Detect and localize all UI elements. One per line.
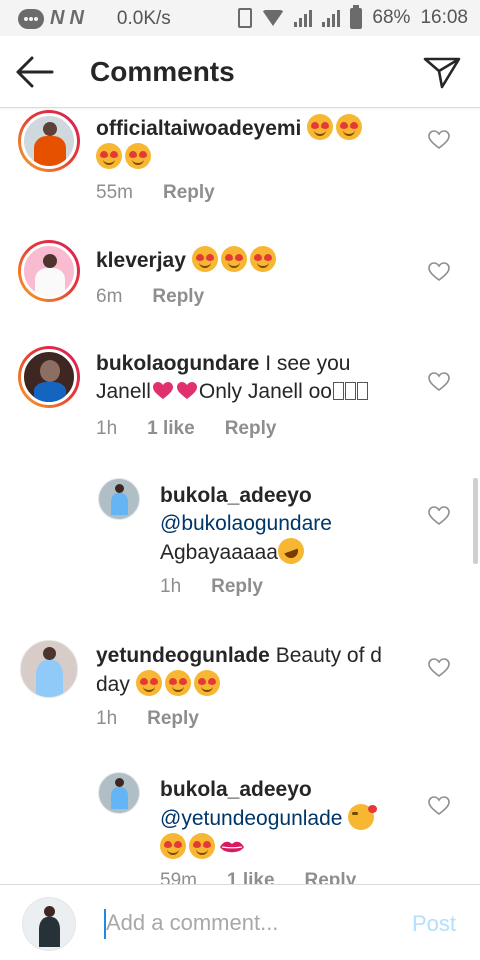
comment-username[interactable]: bukola_adeeyo [160, 484, 312, 507]
heart-eyes-emoji-icon [96, 143, 122, 169]
reply-item: bukola_adeeyo @bukolaogundare Agbayaaaaa… [0, 476, 480, 606]
heart-eyes-emoji-icon [191, 246, 218, 272]
comment-text: I see you [265, 352, 351, 375]
comment-text: Beauty of d [275, 644, 382, 667]
missing-glyph-icon [332, 382, 344, 400]
comment-time: 1h [160, 576, 182, 597]
avatar[interactable] [18, 240, 80, 302]
comment-input[interactable] [106, 905, 386, 941]
comment-time: 1h [96, 418, 118, 439]
mention-link[interactable]: @bukolaogundare [160, 512, 332, 535]
post-button[interactable]: Post [412, 911, 456, 937]
kissing-emoji-icon [348, 804, 378, 830]
heart-eyes-emoji-icon [220, 246, 247, 272]
avatar [22, 897, 76, 951]
comment-text: Only Janell oo [198, 380, 332, 403]
heart-eyes-emoji-icon [336, 114, 363, 140]
header-bar: Comments [0, 36, 480, 108]
comment-username[interactable]: officialtaiwoadeyemi [96, 117, 301, 140]
network-speed: 0.0K/s [116, 7, 171, 29]
comment-time: 6m [96, 286, 123, 307]
reply-button[interactable]: Reply [211, 576, 263, 598]
comment-username[interactable]: yetundeogunlade [96, 644, 270, 667]
chat-icon [18, 8, 44, 29]
n-icon: N [50, 7, 64, 29]
pink-heart-icon [152, 382, 173, 399]
comment-item: yetundeogunlade Beauty of d day 1h Reply [0, 636, 480, 746]
comment-meta: 1h Reply [160, 576, 263, 598]
battery-percent: 68% [372, 7, 411, 28]
comment-time: 59m [160, 870, 197, 884]
heart-eyes-emoji-icon [193, 670, 220, 696]
like-heart-icon[interactable] [428, 796, 450, 816]
comment-item: kleverjay 6m Reply [0, 236, 480, 336]
comment-meta: 1h 1 like Reply [96, 418, 276, 440]
scrollbar[interactable] [473, 478, 478, 564]
comment-meta: 6m Reply [96, 286, 204, 308]
comment-text: day [96, 673, 130, 696]
kiss-mark-icon [220, 841, 244, 853]
reply-item: bukola_adeeyo @yetundeogunlade 59m 1 lik… [0, 770, 480, 884]
pink-heart-icon [176, 382, 197, 399]
heart-eyes-emoji-icon [160, 833, 186, 859]
clock: 16:08 [420, 7, 468, 28]
like-heart-icon[interactable] [428, 262, 450, 282]
comment-meta: 1h Reply [96, 708, 199, 730]
wifi-icon [262, 10, 285, 26]
reply-button[interactable]: Reply [305, 870, 357, 884]
comment-username[interactable]: bukolaogundare [96, 352, 259, 375]
heart-eyes-emoji-icon [135, 670, 162, 696]
comment-time: 55m [96, 182, 133, 203]
send-icon[interactable] [422, 54, 462, 90]
avatar[interactable] [18, 346, 80, 408]
comment-text: Janell [96, 380, 151, 403]
comments-list[interactable]: officialtaiwoadeyemi 55m Reply kleverjay… [0, 108, 480, 884]
page-title: Comments [90, 56, 235, 87]
vibrate-icon [238, 8, 253, 28]
avatar[interactable] [98, 772, 140, 814]
signal-icon [294, 9, 313, 27]
comment-username[interactable]: bukola_adeeyo [160, 778, 312, 801]
heart-eyes-emoji-icon [164, 670, 191, 696]
avatar[interactable] [18, 110, 80, 172]
avatar[interactable] [20, 640, 78, 698]
like-heart-icon[interactable] [428, 658, 450, 678]
likes-count[interactable]: 1 like [227, 870, 275, 884]
comment-item: bukolaogundare I see you Janell Only Jane… [0, 344, 480, 454]
heart-eyes-emoji-icon [249, 246, 276, 272]
reply-button[interactable]: Reply [152, 286, 204, 308]
like-heart-icon[interactable] [428, 372, 450, 392]
avatar[interactable] [98, 478, 140, 520]
missing-glyph-icon [356, 382, 368, 400]
missing-glyph-icon [344, 382, 356, 400]
comment-time: 1h [96, 708, 118, 729]
heart-eyes-emoji-icon [189, 833, 215, 859]
status-bar: N N 0.0K/s 68% 16:08 [0, 0, 480, 36]
comment-item: officialtaiwoadeyemi 55m Reply [0, 108, 480, 218]
comment-meta: 59m 1 like Reply [160, 870, 356, 884]
heart-eyes-emoji-icon [307, 114, 334, 140]
n-icon: N [69, 7, 83, 29]
comment-meta: 55m Reply [96, 182, 215, 204]
laughing-emoji-icon [274, 534, 308, 568]
comment-username[interactable]: kleverjay [96, 249, 186, 272]
signal-icon [322, 9, 341, 27]
heart-eyes-emoji-icon [125, 143, 151, 169]
arrow-left-icon[interactable] [14, 54, 56, 90]
reply-button[interactable]: Reply [147, 708, 199, 730]
comment-composer: Post [0, 884, 480, 960]
reply-button[interactable]: Reply [225, 418, 277, 440]
like-heart-icon[interactable] [428, 130, 450, 150]
mention-link[interactable]: @yetundeogunlade [160, 807, 342, 830]
like-heart-icon[interactable] [428, 506, 450, 526]
likes-count[interactable]: 1 like [147, 418, 195, 440]
battery-icon [350, 4, 363, 29]
reply-button[interactable]: Reply [163, 182, 215, 204]
comment-text: Agbayaaaaa [160, 541, 278, 564]
